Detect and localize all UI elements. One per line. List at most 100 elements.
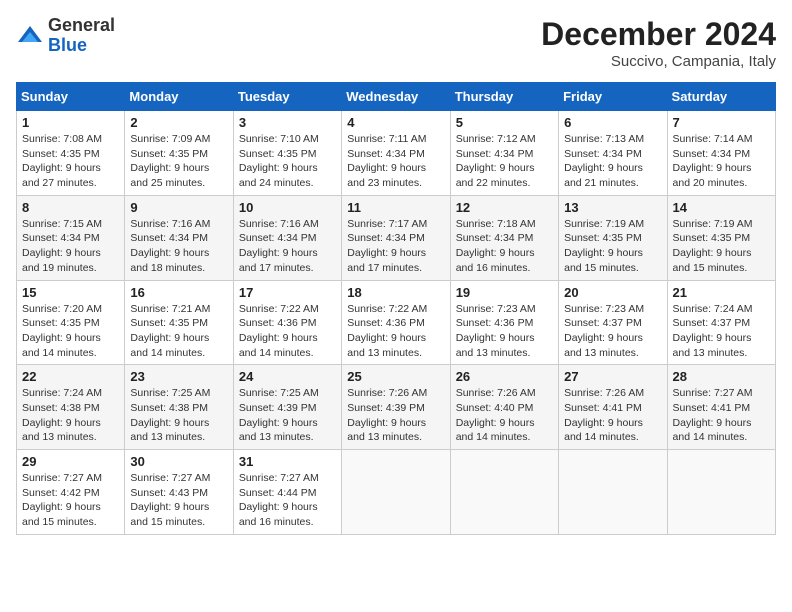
day-info: Sunrise: 7:27 AMSunset: 4:43 PMDaylight:… (130, 471, 227, 530)
day-info: Sunrise: 7:26 AMSunset: 4:41 PMDaylight:… (564, 386, 661, 445)
day-info: Sunrise: 7:25 AMSunset: 4:38 PMDaylight:… (130, 386, 227, 445)
calendar-cell: 8 Sunrise: 7:15 AMSunset: 4:34 PMDaylight… (17, 195, 125, 280)
day-number: 28 (673, 369, 770, 384)
calendar-cell (667, 450, 775, 535)
day-number: 25 (347, 369, 444, 384)
calendar-cell: 15 Sunrise: 7:20 AMSunset: 4:35 PMDayligh… (17, 280, 125, 365)
day-number: 19 (456, 285, 553, 300)
day-info: Sunrise: 7:27 AMSunset: 4:41 PMDaylight:… (673, 386, 770, 445)
calendar-cell (559, 450, 667, 535)
day-number: 20 (564, 285, 661, 300)
calendar-cell: 19 Sunrise: 7:23 AMSunset: 4:36 PMDayligh… (450, 280, 558, 365)
calendar-cell: 13 Sunrise: 7:19 AMSunset: 4:35 PMDayligh… (559, 195, 667, 280)
calendar-cell: 30 Sunrise: 7:27 AMSunset: 4:43 PMDayligh… (125, 450, 233, 535)
day-number: 10 (239, 200, 336, 215)
calendar-cell: 29Sunrise: 7:27 AMSunset: 4:42 PMDayligh… (17, 450, 125, 535)
calendar-cell: 11 Sunrise: 7:17 AMSunset: 4:34 PMDayligh… (342, 195, 450, 280)
logo: General Blue (16, 16, 115, 56)
calendar-cell: 28 Sunrise: 7:27 AMSunset: 4:41 PMDayligh… (667, 365, 775, 450)
calendar-cell: 10 Sunrise: 7:16 AMSunset: 4:34 PMDayligh… (233, 195, 341, 280)
page-title: December 2024 (541, 16, 776, 53)
day-info: Sunrise: 7:16 AMSunset: 4:34 PMDaylight:… (130, 217, 227, 276)
day-number: 15 (22, 285, 119, 300)
day-number: 13 (564, 200, 661, 215)
calendar-cell: 1 Sunrise: 7:08 AMSunset: 4:35 PMDaylight… (17, 111, 125, 196)
calendar-cell: 2 Sunrise: 7:09 AMSunset: 4:35 PMDaylight… (125, 111, 233, 196)
day-info: Sunrise: 7:11 AMSunset: 4:34 PMDaylight:… (347, 132, 444, 191)
day-number: 30 (130, 454, 227, 469)
day-number: 3 (239, 115, 336, 130)
weekday-header-monday: Monday (125, 83, 233, 111)
day-info: Sunrise: 7:20 AMSunset: 4:35 PMDaylight:… (22, 302, 119, 361)
calendar-cell (450, 450, 558, 535)
day-number: 6 (564, 115, 661, 130)
logo-icon (16, 22, 44, 50)
day-number: 24 (239, 369, 336, 384)
day-info: Sunrise: 7:24 AMSunset: 4:38 PMDaylight:… (22, 386, 119, 445)
day-info: Sunrise: 7:15 AMSunset: 4:34 PMDaylight:… (22, 217, 119, 276)
calendar-cell: 7 Sunrise: 7:14 AMSunset: 4:34 PMDaylight… (667, 111, 775, 196)
calendar-cell: 31 Sunrise: 7:27 AMSunset: 4:44 PMDayligh… (233, 450, 341, 535)
day-number: 5 (456, 115, 553, 130)
title-block: December 2024 Succivo, Campania, Italy (541, 16, 776, 70)
calendar-cell (342, 450, 450, 535)
day-number: 11 (347, 200, 444, 215)
day-number: 23 (130, 369, 227, 384)
day-number: 16 (130, 285, 227, 300)
day-info: Sunrise: 7:26 AMSunset: 4:39 PMDaylight:… (347, 386, 444, 445)
calendar-cell: 26 Sunrise: 7:26 AMSunset: 4:40 PMDayligh… (450, 365, 558, 450)
day-info: Sunrise: 7:17 AMSunset: 4:34 PMDaylight:… (347, 217, 444, 276)
day-number: 8 (22, 200, 119, 215)
day-info: Sunrise: 7:08 AMSunset: 4:35 PMDaylight:… (22, 132, 119, 191)
day-number: 21 (673, 285, 770, 300)
weekday-header-friday: Friday (559, 83, 667, 111)
weekday-header-sunday: Sunday (17, 83, 125, 111)
day-info: Sunrise: 7:23 AMSunset: 4:36 PMDaylight:… (456, 302, 553, 361)
day-number: 26 (456, 369, 553, 384)
weekday-header-saturday: Saturday (667, 83, 775, 111)
calendar-cell: 5 Sunrise: 7:12 AMSunset: 4:34 PMDaylight… (450, 111, 558, 196)
day-info: Sunrise: 7:16 AMSunset: 4:34 PMDaylight:… (239, 217, 336, 276)
page-subtitle: Succivo, Campania, Italy (541, 53, 776, 70)
calendar-cell: 25 Sunrise: 7:26 AMSunset: 4:39 PMDayligh… (342, 365, 450, 450)
day-number: 31 (239, 454, 336, 469)
day-info: Sunrise: 7:12 AMSunset: 4:34 PMDaylight:… (456, 132, 553, 191)
day-info: Sunrise: 7:21 AMSunset: 4:35 PMDaylight:… (130, 302, 227, 361)
day-number: 12 (456, 200, 553, 215)
day-info: Sunrise: 7:19 AMSunset: 4:35 PMDaylight:… (564, 217, 661, 276)
calendar: SundayMondayTuesdayWednesdayThursdayFrid… (16, 82, 776, 535)
calendar-cell: 3 Sunrise: 7:10 AMSunset: 4:35 PMDaylight… (233, 111, 341, 196)
day-number: 7 (673, 115, 770, 130)
day-number: 22 (22, 369, 119, 384)
day-number: 14 (673, 200, 770, 215)
day-info: Sunrise: 7:23 AMSunset: 4:37 PMDaylight:… (564, 302, 661, 361)
weekday-header-tuesday: Tuesday (233, 83, 341, 111)
calendar-cell: 6Sunrise: 7:13 AMSunset: 4:34 PMDaylight… (559, 111, 667, 196)
logo-text: General Blue (48, 16, 115, 56)
calendar-cell: 9 Sunrise: 7:16 AMSunset: 4:34 PMDaylight… (125, 195, 233, 280)
calendar-cell: 17 Sunrise: 7:22 AMSunset: 4:36 PMDayligh… (233, 280, 341, 365)
calendar-cell: 21 Sunrise: 7:24 AMSunset: 4:37 PMDayligh… (667, 280, 775, 365)
day-info: Sunrise: 7:18 AMSunset: 4:34 PMDaylight:… (456, 217, 553, 276)
day-number: 9 (130, 200, 227, 215)
day-number: 17 (239, 285, 336, 300)
day-info: Sunrise: 7:14 AMSunset: 4:34 PMDaylight:… (673, 132, 770, 191)
calendar-cell: 22 Sunrise: 7:24 AMSunset: 4:38 PMDayligh… (17, 365, 125, 450)
day-info: Sunrise: 7:10 AMSunset: 4:35 PMDaylight:… (239, 132, 336, 191)
day-info: Sunrise: 7:25 AMSunset: 4:39 PMDaylight:… (239, 386, 336, 445)
day-info: Sunrise: 7:27 AMSunset: 4:44 PMDaylight:… (239, 471, 336, 530)
day-info: Sunrise: 7:22 AMSunset: 4:36 PMDaylight:… (239, 302, 336, 361)
day-number: 18 (347, 285, 444, 300)
day-number: 1 (22, 115, 119, 130)
day-number: 2 (130, 115, 227, 130)
day-number: 4 (347, 115, 444, 130)
day-info: Sunrise: 7:22 AMSunset: 4:36 PMDaylight:… (347, 302, 444, 361)
page-header: General Blue December 2024 Succivo, Camp… (16, 16, 776, 70)
day-info: Sunrise: 7:09 AMSunset: 4:35 PMDaylight:… (130, 132, 227, 191)
calendar-cell: 24 Sunrise: 7:25 AMSunset: 4:39 PMDayligh… (233, 365, 341, 450)
calendar-cell: 4 Sunrise: 7:11 AMSunset: 4:34 PMDaylight… (342, 111, 450, 196)
day-info: Sunrise: 7:19 AMSunset: 4:35 PMDaylight:… (673, 217, 770, 276)
day-info: Sunrise: 7:26 AMSunset: 4:40 PMDaylight:… (456, 386, 553, 445)
day-info: Sunrise: 7:24 AMSunset: 4:37 PMDaylight:… (673, 302, 770, 361)
calendar-cell: 12 Sunrise: 7:18 AMSunset: 4:34 PMDayligh… (450, 195, 558, 280)
